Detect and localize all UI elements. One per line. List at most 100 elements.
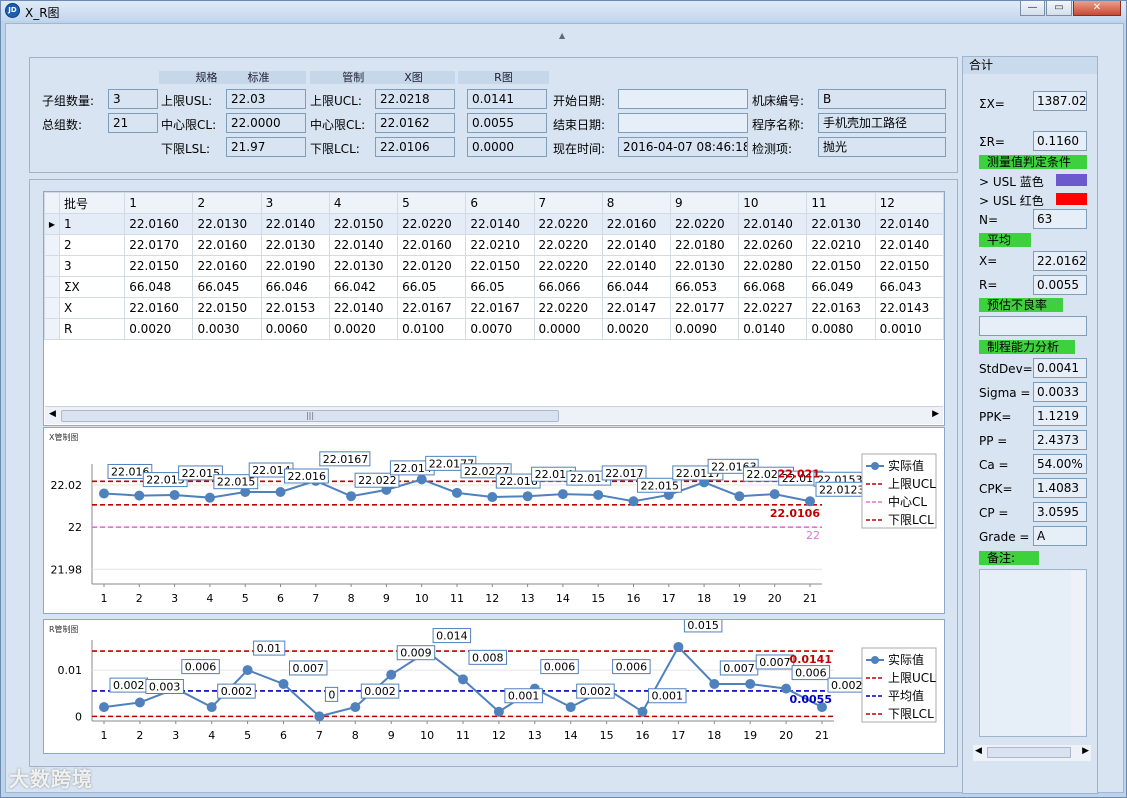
sum-x-field[interactable]: 1387.02 — [1033, 91, 1087, 111]
table-cell[interactable]: ΣX — [58, 276, 126, 298]
ppk-field[interactable]: 1.1219 — [1033, 406, 1087, 426]
close-icon[interactable]: ✕ — [1073, 1, 1121, 16]
sum-r-field[interactable]: 0.1160 — [1033, 131, 1087, 151]
table-cell[interactable]: 0.0010 — [874, 318, 944, 340]
grid-horizontal-scrollbar[interactable]: ◀ ||| ▶ — [45, 406, 943, 424]
table-cell[interactable]: 0.0020 — [124, 318, 194, 340]
table-cell[interactable]: 22.0140 — [874, 234, 944, 256]
table-cell[interactable]: 22.0260 — [738, 234, 808, 256]
table-cell[interactable]: 22.0140 — [874, 213, 944, 235]
table-row[interactable]: R 0.0020 0.0030 0.0060 0.0020 0.0100 0.0070 0.0… — [44, 318, 944, 340]
current-row-arrow-icon[interactable]: ▶ — [44, 213, 60, 235]
table-row[interactable]: ▶ 1 22.0160 22.0130 22.0140 22.0150 22.0220 22.… — [44, 213, 944, 235]
table-cell[interactable]: 0.0020 — [328, 318, 399, 340]
table-cell[interactable]: 22.0160 — [601, 213, 671, 235]
table-cell[interactable]: 22.0150 — [465, 255, 535, 277]
table-cell[interactable]: 22.0160 — [397, 234, 467, 256]
table-cell[interactable]: 22.0160 — [192, 255, 262, 277]
end-date-field[interactable] — [618, 113, 748, 133]
table-cell[interactable]: 22.0220 — [397, 213, 467, 235]
table-cell[interactable]: 22.0227 — [738, 297, 808, 319]
column-header[interactable]: 3 — [260, 192, 330, 214]
column-header[interactable]: 1 — [124, 192, 194, 214]
table-cell[interactable]: 22.0130 — [669, 255, 740, 277]
r-cl-field[interactable]: 0.0055 — [467, 113, 547, 133]
table-cell[interactable]: 22.0220 — [669, 213, 740, 235]
table-cell[interactable]: 22.0150 — [192, 297, 262, 319]
table-cell[interactable]: 22.0140 — [738, 213, 808, 235]
table-cell[interactable]: 0.0100 — [397, 318, 467, 340]
table-cell[interactable]: 22.0210 — [806, 234, 876, 256]
column-header[interactable]: 4 — [328, 192, 399, 214]
table-cell[interactable]: 66.066 — [533, 276, 603, 298]
subgroup-count-field[interactable]: 3 — [108, 89, 158, 109]
collapse-arrow-icon[interactable]: ▲ — [559, 31, 565, 40]
r-lcl-field[interactable]: 0.0000 — [467, 137, 547, 157]
column-header[interactable]: 12 — [874, 192, 944, 214]
notes-textarea[interactable] — [979, 569, 1087, 737]
n-field[interactable]: 63 — [1033, 209, 1087, 229]
table-cell[interactable]: 22.0150 — [328, 213, 399, 235]
usl-field[interactable]: 22.03 — [226, 89, 306, 109]
table-cell[interactable]: 22.0190 — [260, 255, 330, 277]
table-cell[interactable]: 22.0220 — [533, 255, 603, 277]
summary-scroll-thumb[interactable] — [987, 747, 1071, 758]
table-cell[interactable]: 22.0130 — [192, 213, 262, 235]
column-header[interactable]: 11 — [806, 192, 876, 214]
table-cell[interactable]: 22.0140 — [260, 213, 330, 235]
table-cell[interactable]: 0.0000 — [533, 318, 603, 340]
table-cell[interactable]: 0.0020 — [601, 318, 671, 340]
table-cell[interactable]: 22.0160 — [192, 234, 262, 256]
grade-field[interactable]: A — [1033, 526, 1087, 546]
table-cell[interactable]: 22.0140 — [465, 213, 535, 235]
column-header[interactable]: 批号 — [58, 192, 126, 214]
table-cell[interactable]: 22.0130 — [260, 234, 330, 256]
table-cell[interactable]: X — [58, 297, 126, 319]
scroll-thumb[interactable]: ||| — [61, 410, 559, 422]
table-cell[interactable]: 22.0210 — [465, 234, 535, 256]
table-cell[interactable]: 22.0150 — [124, 255, 194, 277]
table-row[interactable]: X 22.0160 22.0150 22.0153 22.0140 22.0167 22.0… — [44, 297, 944, 319]
avg-x-field[interactable]: 22.0162 — [1033, 251, 1087, 271]
start-date-field[interactable] — [618, 89, 748, 109]
table-cell[interactable]: 66.042 — [328, 276, 399, 298]
r-ucl-field[interactable]: 0.0141 — [467, 89, 547, 109]
table-cell[interactable]: 1 — [58, 213, 126, 235]
table-cell[interactable]: 22.0160 — [124, 213, 194, 235]
scroll-left-icon[interactable]: ◀ — [49, 409, 56, 419]
table-cell[interactable]: 66.068 — [738, 276, 808, 298]
minimize-icon[interactable]: — — [1020, 1, 1045, 16]
total-groups-field[interactable]: 21 — [108, 113, 158, 133]
column-header[interactable]: 6 — [465, 192, 535, 214]
defect-rate-field[interactable] — [979, 316, 1087, 336]
cl-field[interactable]: 22.0000 — [226, 113, 306, 133]
table-cell[interactable]: 22.0220 — [533, 213, 603, 235]
table-cell[interactable]: R — [58, 318, 126, 340]
table-cell[interactable]: 22.0130 — [806, 213, 876, 235]
table-cell[interactable]: 66.045 — [192, 276, 262, 298]
table-cell[interactable]: 66.05 — [465, 276, 535, 298]
table-cell[interactable]: 22.0163 — [806, 297, 876, 319]
avg-r-field[interactable]: 0.0055 — [1033, 275, 1087, 295]
table-row[interactable]: ΣX 66.048 66.045 66.046 66.042 66.05 66.05 66.0… — [44, 276, 944, 298]
table-cell[interactable]: 22.0167 — [397, 297, 467, 319]
row-header[interactable] — [44, 318, 60, 340]
table-cell[interactable]: 66.05 — [397, 276, 467, 298]
table-cell[interactable]: 22.0160 — [124, 297, 194, 319]
table-row[interactable]: 2 22.0170 22.0160 22.0130 22.0140 22.0160 22.0… — [44, 234, 944, 256]
table-cell[interactable]: 22.0220 — [533, 297, 603, 319]
lsl-field[interactable]: 21.97 — [226, 137, 306, 157]
table-cell[interactable]: 22.0170 — [124, 234, 194, 256]
table-cell[interactable]: 22.0153 — [260, 297, 330, 319]
table-cell[interactable]: 66.044 — [601, 276, 671, 298]
cp-field[interactable]: 3.0595 — [1033, 502, 1087, 522]
column-header[interactable]: 5 — [397, 192, 467, 214]
column-header[interactable]: 9 — [669, 192, 740, 214]
table-cell[interactable]: 66.053 — [669, 276, 740, 298]
column-header[interactable]: 7 — [533, 192, 603, 214]
row-header[interactable] — [44, 234, 60, 256]
table-cell[interactable]: 66.043 — [874, 276, 944, 298]
table-cell[interactable]: 66.048 — [124, 276, 194, 298]
notes-scrollbar[interactable] — [1071, 571, 1085, 735]
ca-field[interactable]: 54.00% — [1033, 454, 1087, 474]
